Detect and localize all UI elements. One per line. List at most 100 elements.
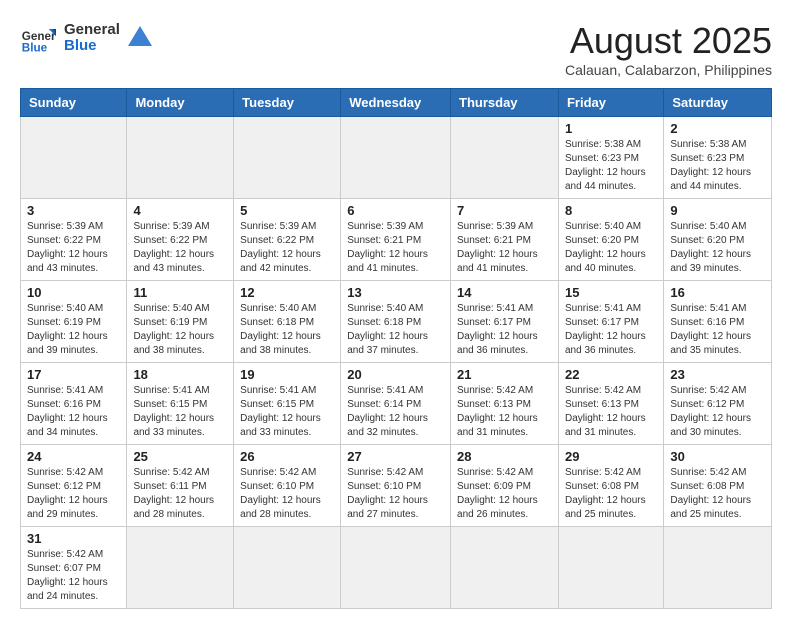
day-info: Sunrise: 5:42 AM Sunset: 6:12 PM Dayligh… [670,384,765,440]
day-number: 8 [565,203,657,218]
weekday-header-row: SundayMondayTuesdayWednesdayThursdayFrid… [21,89,772,117]
calendar-day-cell [451,117,559,199]
calendar-day-cell [341,117,451,199]
calendar-day-cell: 2Sunrise: 5:38 AM Sunset: 6:23 PM Daylig… [664,117,772,199]
calendar-day-cell [127,527,234,609]
weekday-header-saturday: Saturday [664,89,772,117]
day-number: 30 [670,449,765,464]
day-info: Sunrise: 5:42 AM Sunset: 6:08 PM Dayligh… [565,466,657,522]
day-info: Sunrise: 5:41 AM Sunset: 6:15 PM Dayligh… [240,384,334,440]
day-number: 9 [670,203,765,218]
calendar-day-cell: 29Sunrise: 5:42 AM Sunset: 6:08 PM Dayli… [558,445,663,527]
day-number: 23 [670,367,765,382]
day-number: 18 [133,367,227,382]
calendar-day-cell: 25 Sunrise: 5:42 AM Sunset: 6:11 PM Dayli… [127,445,234,527]
day-number: 24 [27,449,120,464]
calendar-day-cell: 30Sunrise: 5:42 AM Sunset: 6:08 PM Dayli… [664,445,772,527]
calendar-day-cell [451,527,559,609]
weekday-header-thursday: Thursday [451,89,559,117]
logo-general-text: General [64,22,120,39]
day-number: 26 [240,449,334,464]
calendar-day-cell: 12Sunrise: 5:40 AM Sunset: 6:18 PM Dayli… [234,281,341,363]
calendar-day-cell: 18 Sunrise: 5:41 AM Sunset: 6:15 PM Dayli… [127,363,234,445]
day-number: 22 [565,367,657,382]
calendar-day-cell [234,117,341,199]
day-info: Sunrise: 5:40 AM Sunset: 6:19 PM Dayligh… [133,302,227,358]
calendar-day-cell: 1Sunrise: 5:38 AM Sunset: 6:23 PM Daylig… [558,117,663,199]
calendar-week-5: 24 Sunrise: 5:42 AM Sunset: 6:12 PM Dayli… [21,445,772,527]
day-info: Sunrise: 5:40 AM Sunset: 6:19 PM Dayligh… [27,302,120,358]
day-number: 20 [347,367,444,382]
day-info: Sunrise: 5:39 AM Sunset: 6:22 PM Dayligh… [27,220,120,276]
calendar-day-cell: 16 Sunrise: 5:41 AM Sunset: 6:16 PM Dayli… [664,281,772,363]
calendar-day-cell [127,117,234,199]
logo-blue-text: Blue [64,38,120,55]
logo-icon: General Blue [20,20,56,56]
day-info: Sunrise: 5:42 AM Sunset: 6:07 PM Dayligh… [27,548,120,604]
day-number: 15 [565,285,657,300]
calendar-day-cell [341,527,451,609]
weekday-header-tuesday: Tuesday [234,89,341,117]
day-info: Sunrise: 5:42 AM Sunset: 6:13 PM Dayligh… [457,384,552,440]
calendar-day-cell: 6Sunrise: 5:39 AM Sunset: 6:21 PM Daylig… [341,199,451,281]
calendar-day-cell: 23 Sunrise: 5:42 AM Sunset: 6:12 PM Dayli… [664,363,772,445]
day-number: 17 [27,367,120,382]
day-info: Sunrise: 5:41 AM Sunset: 6:17 PM Dayligh… [565,302,657,358]
day-number: 4 [133,203,227,218]
calendar-day-cell [21,117,127,199]
calendar-day-cell: 11 Sunrise: 5:40 AM Sunset: 6:19 PM Dayli… [127,281,234,363]
calendar-title: August 2025 [565,20,772,62]
day-number: 16 [670,285,765,300]
day-info: Sunrise: 5:39 AM Sunset: 6:21 PM Dayligh… [347,220,444,276]
day-number: 11 [133,285,227,300]
day-number: 13 [347,285,444,300]
weekday-header-wednesday: Wednesday [341,89,451,117]
calendar-day-cell [664,527,772,609]
logo: General Blue General Blue [20,20,154,56]
day-number: 14 [457,285,552,300]
day-info: Sunrise: 5:41 AM Sunset: 6:17 PM Dayligh… [457,302,552,358]
calendar-week-3: 10Sunrise: 5:40 AM Sunset: 6:19 PM Dayli… [21,281,772,363]
day-number: 5 [240,203,334,218]
calendar-day-cell: 5Sunrise: 5:39 AM Sunset: 6:22 PM Daylig… [234,199,341,281]
day-info: Sunrise: 5:38 AM Sunset: 6:23 PM Dayligh… [565,138,657,194]
title-area: August 2025 Calauan, Calabarzon, Philipp… [565,20,772,78]
calendar-day-cell: 10Sunrise: 5:40 AM Sunset: 6:19 PM Dayli… [21,281,127,363]
page-header: General Blue General Blue August 2025 Ca… [20,20,772,78]
calendar-day-cell: 15 Sunrise: 5:41 AM Sunset: 6:17 PM Dayli… [558,281,663,363]
calendar-day-cell [558,527,663,609]
day-info: Sunrise: 5:40 AM Sunset: 6:20 PM Dayligh… [565,220,657,276]
logo-triangle-icon [126,24,154,52]
calendar-week-4: 17Sunrise: 5:41 AM Sunset: 6:16 PM Dayli… [21,363,772,445]
day-info: Sunrise: 5:41 AM Sunset: 6:15 PM Dayligh… [133,384,227,440]
calendar-day-cell: 8 Sunrise: 5:40 AM Sunset: 6:20 PM Daylig… [558,199,663,281]
day-info: Sunrise: 5:38 AM Sunset: 6:23 PM Dayligh… [670,138,765,194]
calendar-day-cell: 19Sunrise: 5:41 AM Sunset: 6:15 PM Dayli… [234,363,341,445]
day-info: Sunrise: 5:40 AM Sunset: 6:18 PM Dayligh… [347,302,444,358]
calendar-day-cell: 14 Sunrise: 5:41 AM Sunset: 6:17 PM Dayli… [451,281,559,363]
weekday-header-sunday: Sunday [21,89,127,117]
calendar-week-2: 3 Sunrise: 5:39 AM Sunset: 6:22 PM Daylig… [21,199,772,281]
calendar-subtitle: Calauan, Calabarzon, Philippines [565,62,772,78]
day-info: Sunrise: 5:42 AM Sunset: 6:11 PM Dayligh… [133,466,227,522]
day-info: Sunrise: 5:41 AM Sunset: 6:16 PM Dayligh… [670,302,765,358]
calendar-day-cell: 28Sunrise: 5:42 AM Sunset: 6:09 PM Dayli… [451,445,559,527]
calendar-day-cell: 24 Sunrise: 5:42 AM Sunset: 6:12 PM Dayli… [21,445,127,527]
day-number: 3 [27,203,120,218]
day-number: 28 [457,449,552,464]
calendar-table: SundayMondayTuesdayWednesdayThursdayFrid… [20,88,772,609]
calendar-week-1: 1Sunrise: 5:38 AM Sunset: 6:23 PM Daylig… [21,117,772,199]
calendar-day-cell [234,527,341,609]
calendar-day-cell: 20Sunrise: 5:41 AM Sunset: 6:14 PM Dayli… [341,363,451,445]
calendar-day-cell: 7Sunrise: 5:39 AM Sunset: 6:21 PM Daylig… [451,199,559,281]
day-info: Sunrise: 5:39 AM Sunset: 6:22 PM Dayligh… [133,220,227,276]
calendar-day-cell: 9 Sunrise: 5:40 AM Sunset: 6:20 PM Daylig… [664,199,772,281]
day-number: 21 [457,367,552,382]
day-info: Sunrise: 5:40 AM Sunset: 6:18 PM Dayligh… [240,302,334,358]
calendar-day-cell: 3 Sunrise: 5:39 AM Sunset: 6:22 PM Daylig… [21,199,127,281]
day-number: 7 [457,203,552,218]
calendar-day-cell: 4 Sunrise: 5:39 AM Sunset: 6:22 PM Daylig… [127,199,234,281]
day-number: 25 [133,449,227,464]
day-info: Sunrise: 5:42 AM Sunset: 6:12 PM Dayligh… [27,466,120,522]
day-info: Sunrise: 5:40 AM Sunset: 6:20 PM Dayligh… [670,220,765,276]
